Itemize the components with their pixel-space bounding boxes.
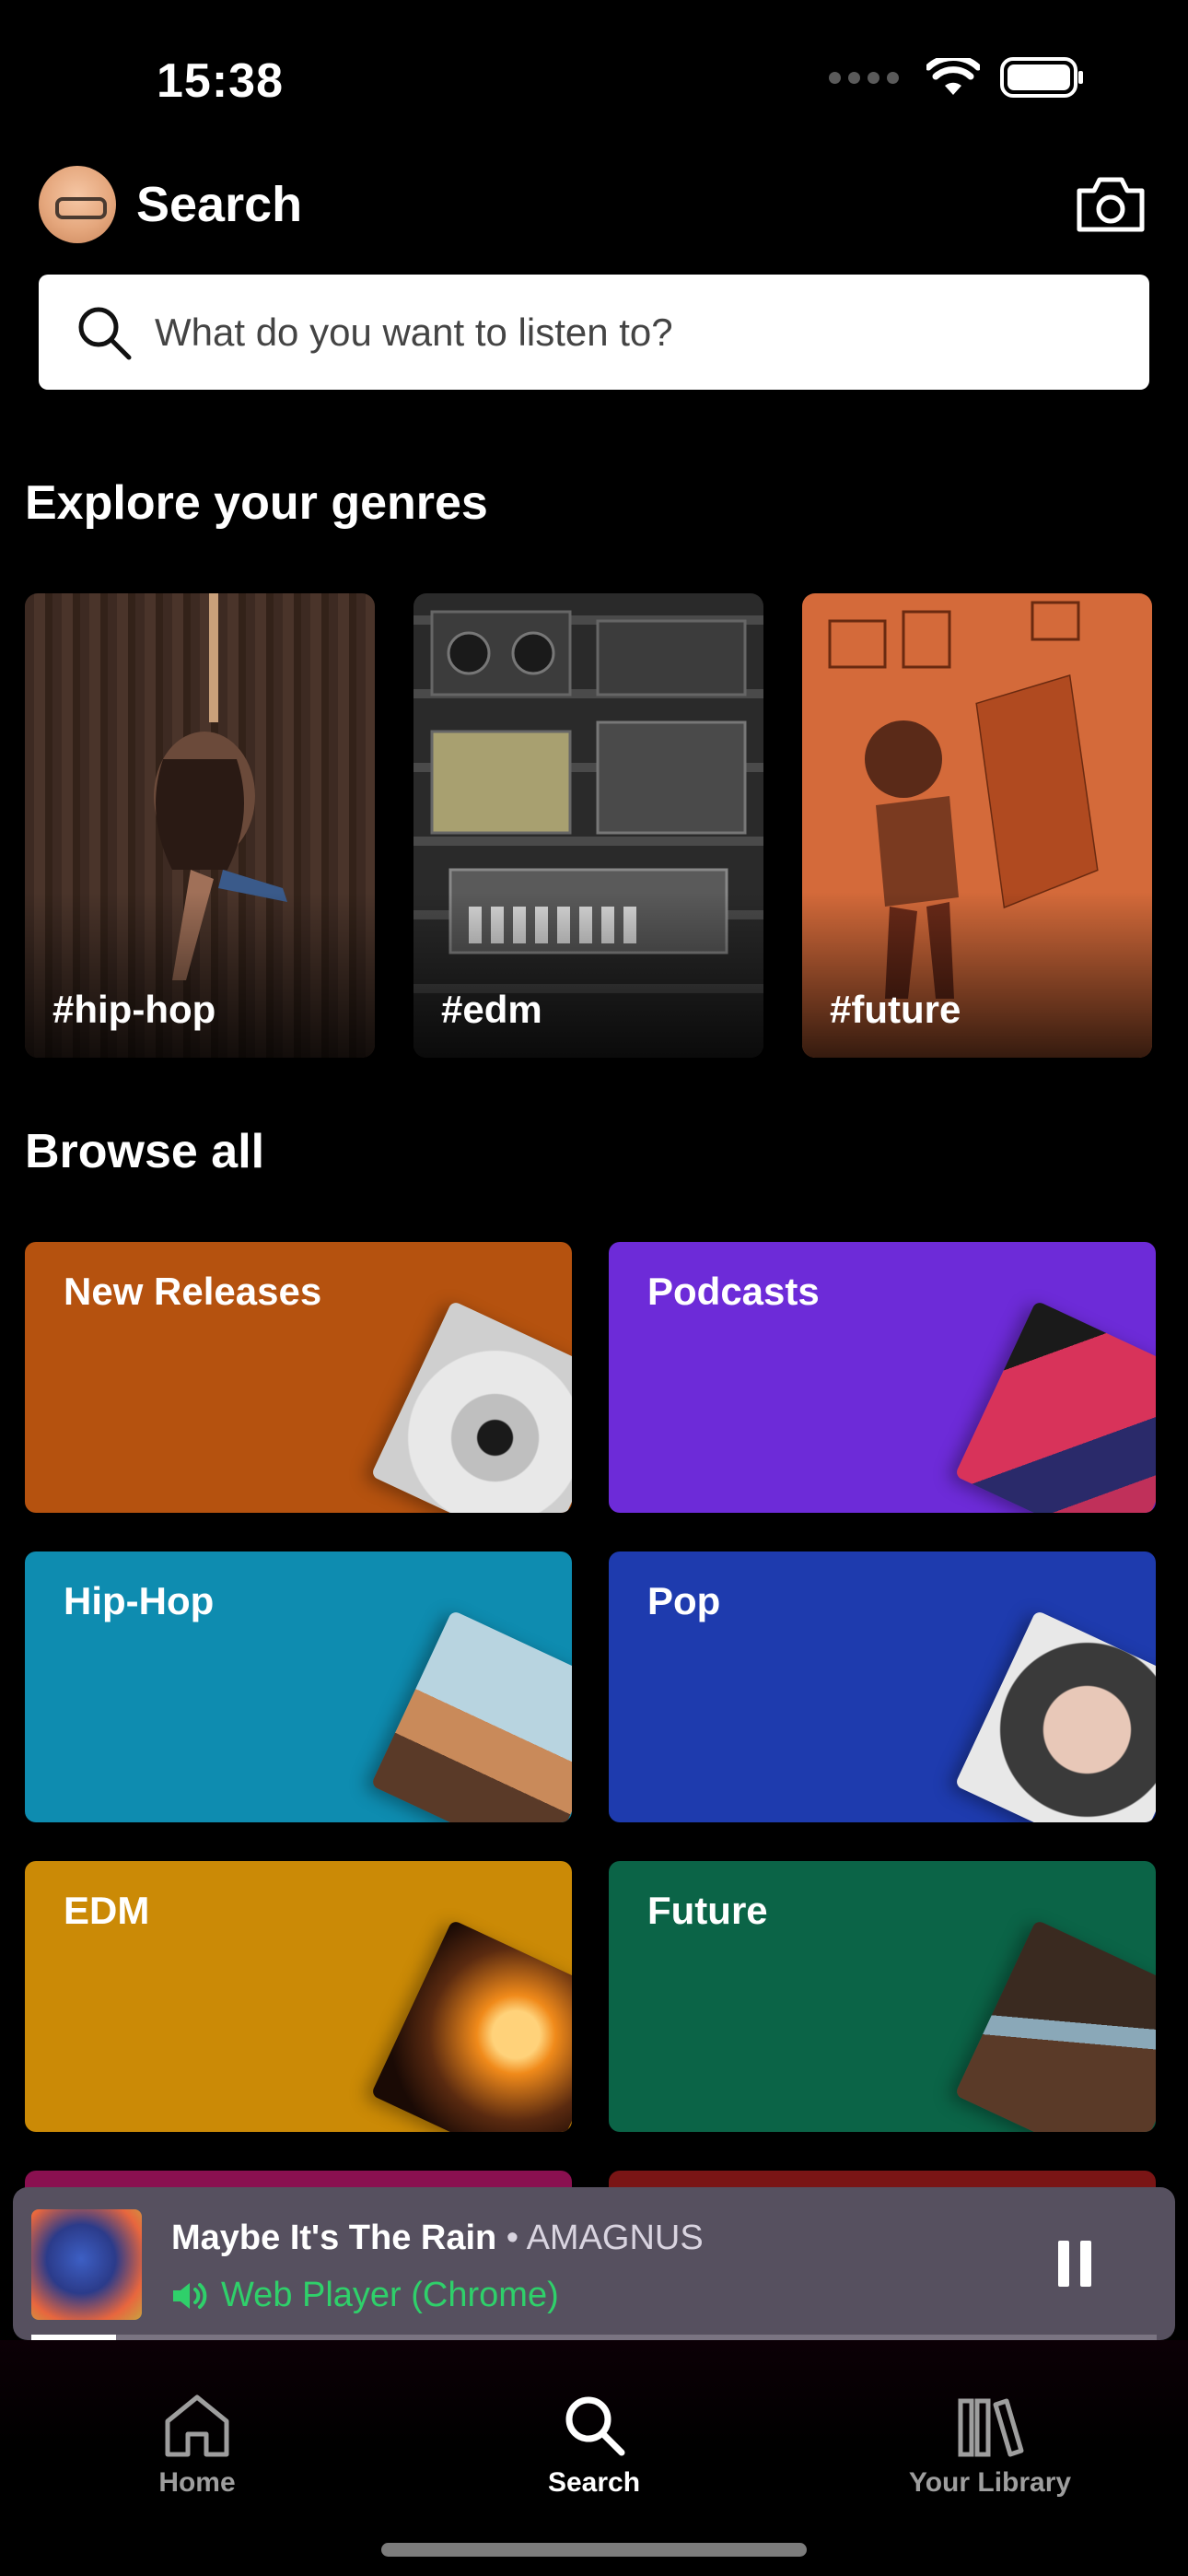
genre-card-gradient bbox=[25, 892, 375, 1058]
search-icon bbox=[78, 307, 132, 359]
podcast-art-thumbnail bbox=[954, 1300, 1156, 1513]
nav-label: Search bbox=[547, 2467, 641, 2498]
speaker-icon bbox=[173, 2282, 207, 2309]
status-icons bbox=[829, 57, 1085, 98]
category-label: Future bbox=[647, 1889, 768, 1932]
album-art-thumbnail bbox=[954, 1919, 1156, 2132]
genre-label: #future bbox=[830, 988, 961, 1031]
genre-card-future[interactable]: #future bbox=[802, 593, 1152, 1058]
genre-carousel: #hip-hop #edm #future bbox=[25, 593, 1152, 1058]
genre-card-gradient bbox=[802, 892, 1152, 1058]
category-label: Hip-Hop bbox=[64, 1579, 215, 1622]
wifi-icon bbox=[926, 58, 980, 95]
device-label: Web Player (Chrome) bbox=[221, 2276, 559, 2314]
search-input[interactable] bbox=[155, 310, 1076, 355]
home-icon bbox=[165, 2395, 229, 2457]
category-label: Pop bbox=[647, 1579, 721, 1622]
category-tile-pop[interactable]: Pop bbox=[609, 1551, 1156, 1822]
camera-icon bbox=[1077, 177, 1145, 232]
album-art-thumbnail bbox=[954, 1610, 1156, 1822]
explore-section-title: Explore your genres bbox=[25, 476, 488, 530]
nav-label: Your Library bbox=[908, 2467, 1072, 2498]
album-art-thumbnail bbox=[370, 1300, 572, 1513]
search-bar[interactable] bbox=[39, 275, 1149, 390]
now-playing-track: Maybe It's The Rain • AMAGNUS bbox=[171, 2219, 704, 2258]
page-title: Search bbox=[136, 177, 303, 232]
category-label: EDM bbox=[64, 1889, 150, 1932]
bottom-nav: Home Search Your Library bbox=[0, 2340, 1188, 2576]
category-tile-podcasts[interactable]: Podcasts bbox=[609, 1242, 1156, 1513]
category-label: Podcasts bbox=[647, 1270, 820, 1313]
genre-card-gradient bbox=[413, 892, 763, 1058]
home-indicator[interactable] bbox=[381, 2543, 807, 2557]
nav-search[interactable]: Search bbox=[483, 2392, 705, 2499]
connected-device[interactable]: Web Player (Chrome) bbox=[171, 2276, 559, 2315]
category-tile-hip-hop[interactable]: Hip-Hop bbox=[25, 1551, 572, 1822]
camera-button[interactable] bbox=[1072, 166, 1149, 243]
album-art-thumbnail bbox=[370, 1919, 572, 2132]
avatar[interactable] bbox=[39, 166, 116, 243]
mini-player[interactable]: Maybe It's The Rain • AMAGNUS Web Player… bbox=[13, 2187, 1175, 2340]
pause-button[interactable] bbox=[1052, 2241, 1098, 2287]
track-title: Maybe It's The Rain bbox=[171, 2219, 497, 2257]
genre-label: #hip-hop bbox=[52, 988, 216, 1031]
genre-card-hip-hop[interactable]: #hip-hop bbox=[25, 593, 375, 1058]
pause-icon bbox=[1058, 2241, 1069, 2287]
album-art-thumbnail bbox=[370, 1610, 572, 1822]
now-playing-artwork bbox=[31, 2209, 142, 2320]
battery-icon bbox=[1000, 57, 1083, 98]
track-artist: AMAGNUS bbox=[526, 2219, 704, 2257]
genre-label: #edm bbox=[441, 988, 542, 1031]
search-icon bbox=[565, 2396, 625, 2456]
status-time: 15:38 bbox=[157, 54, 284, 108]
category-tile-edm[interactable]: EDM bbox=[25, 1861, 572, 2132]
category-tile-new-releases[interactable]: New Releases bbox=[25, 1242, 572, 1513]
genre-card-edm[interactable]: #edm bbox=[413, 593, 763, 1058]
page-header: Search bbox=[39, 162, 1149, 247]
category-label: New Releases bbox=[64, 1270, 322, 1313]
category-tile-future[interactable]: Future bbox=[609, 1861, 1156, 2132]
nav-your-library[interactable]: Your Library bbox=[879, 2392, 1101, 2499]
cellular-signal-icon bbox=[829, 71, 899, 84]
browse-section-title: Browse all bbox=[25, 1125, 265, 1178]
track-separator: • bbox=[496, 2219, 527, 2257]
nav-label: Home bbox=[158, 2467, 236, 2498]
browse-grid: New Releases Podcasts Hip-Hop Pop EDM Fu… bbox=[25, 1242, 1156, 2207]
nav-home[interactable]: Home bbox=[87, 2392, 308, 2499]
library-icon bbox=[958, 2398, 1024, 2457]
